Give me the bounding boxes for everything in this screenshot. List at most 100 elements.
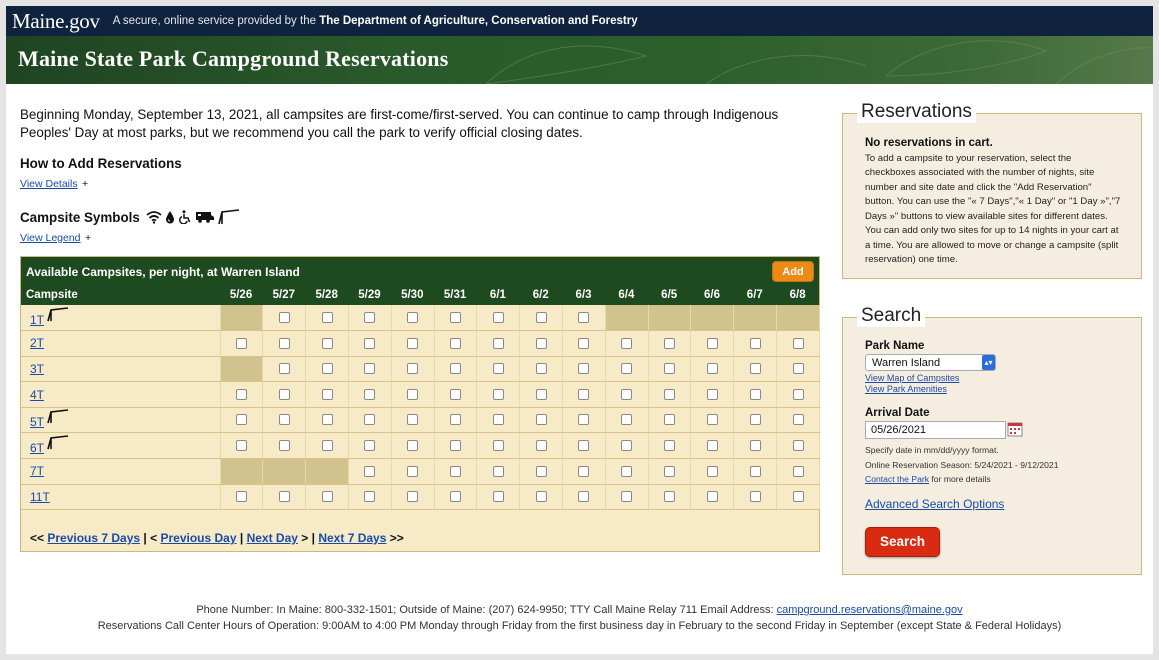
night-checkbox[interactable] <box>792 465 804 477</box>
night-checkbox[interactable] <box>449 311 461 323</box>
search-button[interactable]: Search <box>865 526 940 557</box>
night-checkbox[interactable] <box>621 465 633 477</box>
night-checkbox[interactable] <box>664 337 676 349</box>
night-checkbox[interactable] <box>706 440 718 452</box>
night-checkbox[interactable] <box>492 388 504 400</box>
night-checkbox[interactable] <box>749 414 761 426</box>
night-checkbox[interactable] <box>621 491 633 503</box>
night-checkbox[interactable] <box>664 414 676 426</box>
night-checkbox[interactable] <box>621 337 633 349</box>
view-amenities-link[interactable]: View Park Amenities <box>865 384 1125 395</box>
night-checkbox[interactable] <box>278 440 290 452</box>
night-checkbox[interactable] <box>364 388 376 400</box>
night-checkbox[interactable] <box>449 388 461 400</box>
night-checkbox[interactable] <box>492 440 504 452</box>
expand-plus[interactable]: + <box>82 178 88 190</box>
night-checkbox[interactable] <box>792 491 804 503</box>
night-checkbox[interactable] <box>792 337 804 349</box>
night-checkbox[interactable] <box>449 440 461 452</box>
night-checkbox[interactable] <box>449 363 461 375</box>
night-checkbox[interactable] <box>407 337 419 349</box>
night-checkbox[interactable] <box>706 363 718 375</box>
night-checkbox[interactable] <box>792 388 804 400</box>
campsite-link[interactable]: 4T <box>30 388 44 402</box>
night-checkbox[interactable] <box>364 311 376 323</box>
night-checkbox[interactable] <box>492 465 504 477</box>
night-checkbox[interactable] <box>664 440 676 452</box>
night-checkbox[interactable] <box>321 311 333 323</box>
night-checkbox[interactable] <box>621 440 633 452</box>
night-checkbox[interactable] <box>492 491 504 503</box>
night-checkbox[interactable] <box>535 491 547 503</box>
night-checkbox[interactable] <box>749 491 761 503</box>
view-map-link[interactable]: View Map of Campsites <box>865 373 1125 384</box>
night-checkbox[interactable] <box>749 465 761 477</box>
park-name-select[interactable]: Warren Island ▴▾ <box>865 354 996 371</box>
campsite-link[interactable]: 11T <box>30 490 50 504</box>
view-legend-link[interactable]: View Legend <box>20 232 81 244</box>
night-checkbox[interactable] <box>407 414 419 426</box>
night-checkbox[interactable] <box>706 337 718 349</box>
night-checkbox[interactable] <box>578 414 590 426</box>
night-checkbox[interactable] <box>407 388 419 400</box>
night-checkbox[interactable] <box>492 363 504 375</box>
night-checkbox[interactable] <box>321 388 333 400</box>
night-checkbox[interactable] <box>407 363 419 375</box>
night-checkbox[interactable] <box>407 491 419 503</box>
night-checkbox[interactable] <box>664 363 676 375</box>
night-checkbox[interactable] <box>578 465 590 477</box>
previous-day-link[interactable]: Previous Day <box>160 531 236 545</box>
night-checkbox[interactable] <box>364 491 376 503</box>
next-7-days-link[interactable]: Next 7 Days <box>318 531 386 545</box>
night-checkbox[interactable] <box>706 414 718 426</box>
night-checkbox[interactable] <box>278 363 290 375</box>
email-link[interactable]: campground.reservations@maine.gov <box>777 604 963 616</box>
night-checkbox[interactable] <box>578 337 590 349</box>
night-checkbox[interactable] <box>321 363 333 375</box>
night-checkbox[interactable] <box>578 491 590 503</box>
night-checkbox[interactable] <box>321 337 333 349</box>
night-checkbox[interactable] <box>578 388 590 400</box>
night-checkbox[interactable] <box>621 388 633 400</box>
night-checkbox[interactable] <box>364 414 376 426</box>
view-details-link[interactable]: View Details <box>20 178 78 190</box>
maine-gov-logo[interactable]: Maine.gov <box>12 9 100 34</box>
night-checkbox[interactable] <box>407 440 419 452</box>
night-checkbox[interactable] <box>278 388 290 400</box>
night-checkbox[interactable] <box>449 414 461 426</box>
night-checkbox[interactable] <box>535 337 547 349</box>
campsite-link[interactable]: 5T <box>30 415 44 429</box>
night-checkbox[interactable] <box>535 311 547 323</box>
night-checkbox[interactable] <box>621 363 633 375</box>
night-checkbox[interactable] <box>364 440 376 452</box>
night-checkbox[interactable] <box>749 388 761 400</box>
night-checkbox[interactable] <box>492 414 504 426</box>
night-checkbox[interactable] <box>664 465 676 477</box>
night-checkbox[interactable] <box>749 363 761 375</box>
campsite-link[interactable]: 1T <box>30 313 44 327</box>
previous-7-days-link[interactable]: Previous 7 Days <box>47 531 140 545</box>
night-checkbox[interactable] <box>321 414 333 426</box>
add-reservation-button[interactable]: Add <box>772 261 814 282</box>
night-checkbox[interactable] <box>235 388 247 400</box>
night-checkbox[interactable] <box>535 465 547 477</box>
night-checkbox[interactable] <box>364 465 376 477</box>
night-checkbox[interactable] <box>278 337 290 349</box>
night-checkbox[interactable] <box>621 414 633 426</box>
night-checkbox[interactable] <box>706 491 718 503</box>
contact-park-link[interactable]: Contact the Park <box>865 474 929 484</box>
night-checkbox[interactable] <box>449 491 461 503</box>
night-checkbox[interactable] <box>535 440 547 452</box>
night-checkbox[interactable] <box>706 388 718 400</box>
night-checkbox[interactable] <box>664 388 676 400</box>
night-checkbox[interactable] <box>278 491 290 503</box>
night-checkbox[interactable] <box>578 440 590 452</box>
night-checkbox[interactable] <box>578 363 590 375</box>
night-checkbox[interactable] <box>407 465 419 477</box>
night-checkbox[interactable] <box>535 363 547 375</box>
campsite-link[interactable]: 6T <box>30 441 44 455</box>
night-checkbox[interactable] <box>235 414 247 426</box>
night-checkbox[interactable] <box>278 311 290 323</box>
calendar-icon[interactable] <box>1007 421 1023 437</box>
night-checkbox[interactable] <box>407 311 419 323</box>
